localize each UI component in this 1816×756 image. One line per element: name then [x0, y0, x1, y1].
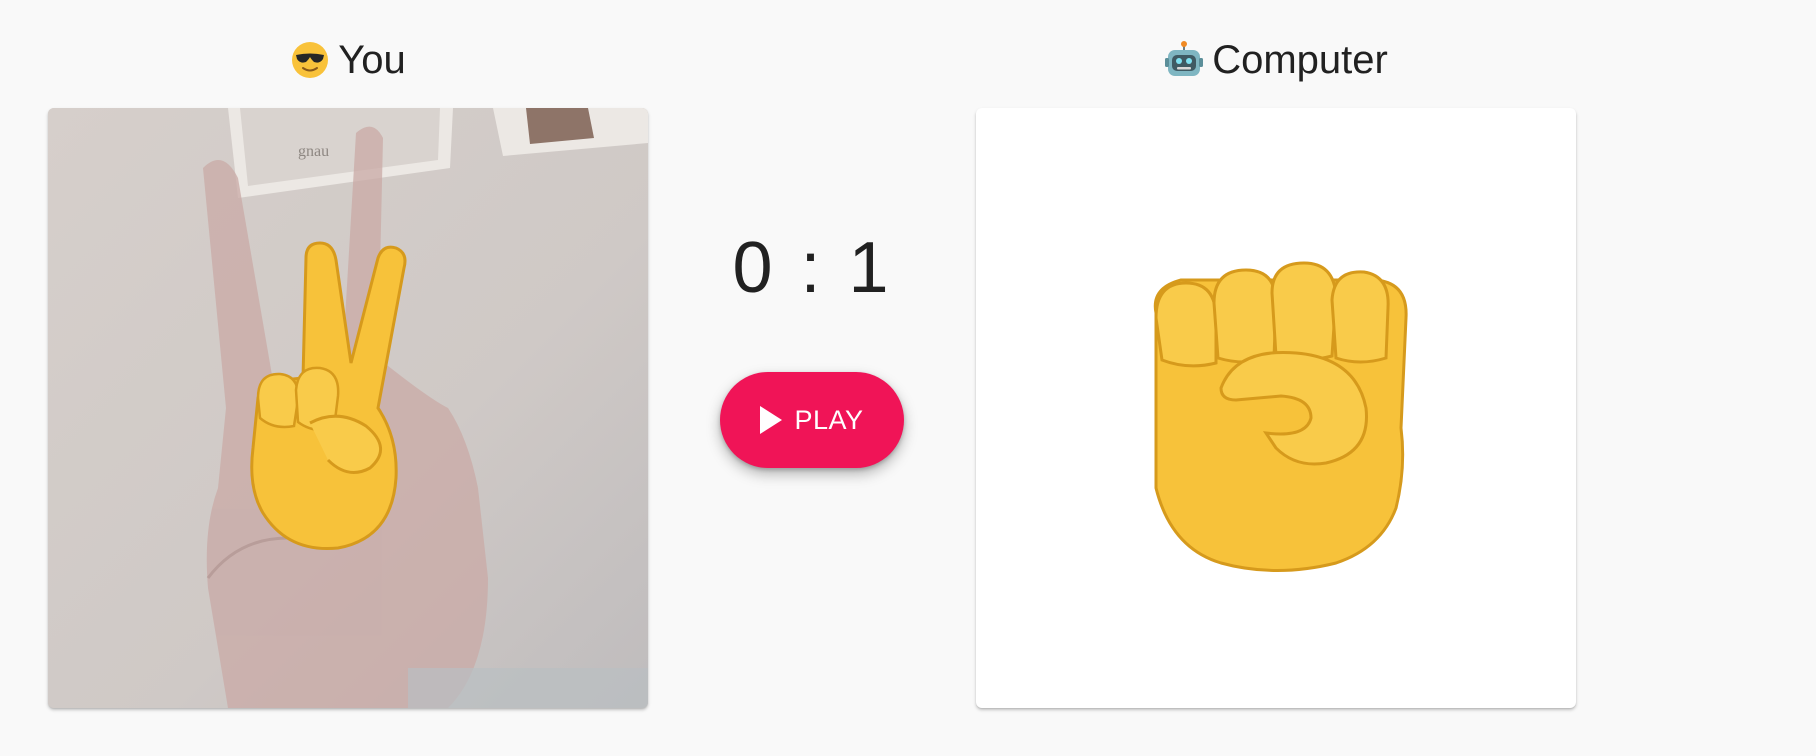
robot-face-icon [1165, 41, 1204, 76]
you-header: You [48, 30, 648, 90]
score-display: 0 : 1 [732, 228, 893, 308]
computer-header: Computer [976, 30, 1576, 90]
svg-text:gnau: gnau [298, 143, 329, 160]
raised-fist-icon [1153, 261, 1408, 572]
computer-label: Computer [1212, 37, 1388, 82]
you-label: You [338, 37, 406, 82]
play-icon [760, 406, 783, 434]
sunglasses-face-icon [292, 42, 329, 78]
play-button-label: PLAY [794, 404, 864, 435]
play-button[interactable]: PLAY [720, 372, 904, 468]
webcam-feed: gnau [48, 108, 648, 708]
webcam-view: gnau [48, 108, 648, 708]
computer-choice-display [1153, 261, 1408, 572]
computer-choice-view [976, 108, 1576, 708]
